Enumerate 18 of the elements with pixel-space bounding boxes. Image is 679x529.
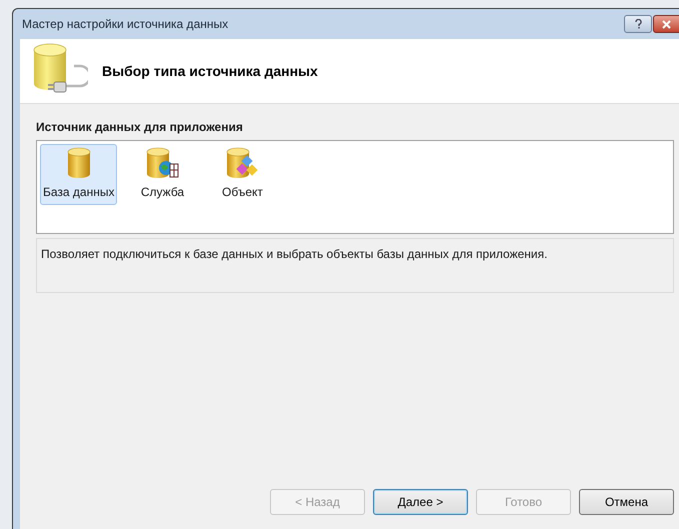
source-item[interactable]: Служба — [127, 144, 198, 205]
database-shapes-icon — [225, 147, 260, 179]
database-icon — [66, 147, 92, 179]
source-item-label: База данных — [43, 184, 114, 201]
close-icon — [662, 20, 671, 28]
source-item-label: Служба — [140, 184, 184, 201]
source-item[interactable]: База данных — [40, 144, 118, 205]
source-item[interactable]: Объект — [207, 144, 278, 205]
help-icon — [634, 19, 642, 29]
wizard-button[interactable]: Далее > — [373, 489, 468, 515]
header-title: Выбор типа источника данных — [102, 62, 318, 81]
source-item-label: Объект — [222, 184, 263, 201]
help-button[interactable] — [624, 15, 652, 33]
database-globe-icon — [145, 147, 180, 179]
wizard-button[interactable]: Отмена — [579, 489, 674, 515]
description-text: Позволяет подключиться к базе данных и выбрать объекты базы данных для приложения. — [41, 247, 548, 261]
window-title: Мастер настройки источника данных — [22, 16, 228, 33]
source-list-label: Источник данных для приложения — [36, 119, 244, 136]
